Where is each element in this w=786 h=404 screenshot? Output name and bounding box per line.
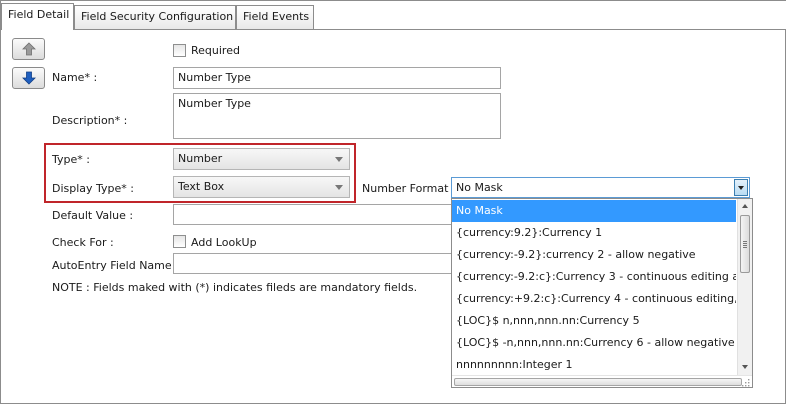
scroll-up-icon[interactable]: [739, 201, 752, 213]
required-checkbox[interactable]: [173, 44, 186, 57]
check-for-label: Check For :: [52, 236, 114, 249]
default-value-label: Default Value :: [52, 209, 134, 222]
number-format-label: Number Format :: [362, 182, 456, 195]
chevron-down-icon: [335, 185, 343, 190]
dropdown-vertical-scrollbar[interactable]: [737, 199, 752, 375]
type-select[interactable]: Number: [173, 148, 350, 170]
list-item[interactable]: {currency:-9.2}:currency 2 - allow negat…: [452, 244, 736, 266]
required-label: Required: [191, 44, 240, 57]
tab-field-detail[interactable]: Field Detail: [1, 3, 74, 30]
scroll-thumb[interactable]: [740, 215, 750, 273]
description-label: Description* :: [52, 114, 128, 127]
number-format-select[interactable]: No Mask: [451, 177, 750, 198]
default-value-input[interactable]: [173, 204, 453, 225]
list-item[interactable]: {currency:9.2}:Currency 1: [452, 222, 736, 244]
number-format-select-value: No Mask: [456, 181, 503, 194]
tab-field-events[interactable]: Field Events: [236, 5, 314, 29]
number-format-dropdown-list[interactable]: No Mask {currency:9.2}:Currency 1 {curre…: [451, 198, 753, 388]
autoentry-field-name-input[interactable]: [173, 253, 453, 274]
move-down-button[interactable]: [12, 67, 45, 89]
number-format-dropdown-button[interactable]: [734, 179, 748, 196]
list-item[interactable]: {LOC}$ n,nnn,nnn.nn:Currency 5: [452, 310, 736, 332]
name-label: Name* :: [52, 71, 98, 84]
autoentry-field-name-label: AutoEntry Field Name :: [52, 259, 179, 272]
description-textarea[interactable]: Number Type: [173, 93, 501, 139]
add-lookup-label: Add LookUp: [191, 236, 257, 249]
resize-grip-icon[interactable]: [742, 377, 750, 387]
chevron-down-icon: [738, 186, 744, 190]
display-type-select[interactable]: Text Box: [173, 176, 350, 198]
window-frame: Field Detail Field Security Configuratio…: [0, 0, 786, 404]
list-item[interactable]: {currency:-9.2:c}:Currency 3 - continuou…: [452, 266, 736, 288]
type-select-value: Number: [178, 152, 223, 165]
display-type-select-value: Text Box: [178, 180, 225, 193]
list-item[interactable]: {LOC}$ -n,nnn,nnn.nn:Currency 6 - allow …: [452, 332, 736, 354]
scroll-down-icon[interactable]: [739, 361, 752, 373]
list-item[interactable]: {currency:+9.2:c}:Currency 4 - continuou…: [452, 288, 736, 310]
tab-field-security-configuration[interactable]: Field Security Configuration: [74, 5, 236, 29]
type-label: Type* :: [52, 153, 90, 166]
chevron-down-icon: [335, 157, 343, 162]
horizontal-scroll-thumb[interactable]: [454, 378, 742, 386]
tab-divider: [1, 29, 786, 30]
display-type-label: Display Type* :: [52, 182, 135, 195]
down-arrow-icon: [21, 71, 36, 85]
number-format-options: No Mask {currency:9.2}:Currency 1 {curre…: [452, 200, 736, 376]
list-item[interactable]: nnnnnnnnn:Integer 1: [452, 354, 736, 376]
add-lookup-checkbox[interactable]: [173, 235, 186, 248]
move-up-button[interactable]: [12, 38, 45, 60]
dropdown-horizontal-scrollbar[interactable]: [452, 375, 752, 387]
mandatory-fields-note: NOTE : Fields maked with (*) indicates f…: [52, 281, 418, 294]
up-arrow-icon: [21, 42, 36, 56]
list-item-no-mask[interactable]: No Mask: [452, 200, 736, 222]
tab-strip: Field Detail Field Security Configuratio…: [1, 1, 786, 30]
name-input[interactable]: Number Type: [173, 67, 501, 89]
